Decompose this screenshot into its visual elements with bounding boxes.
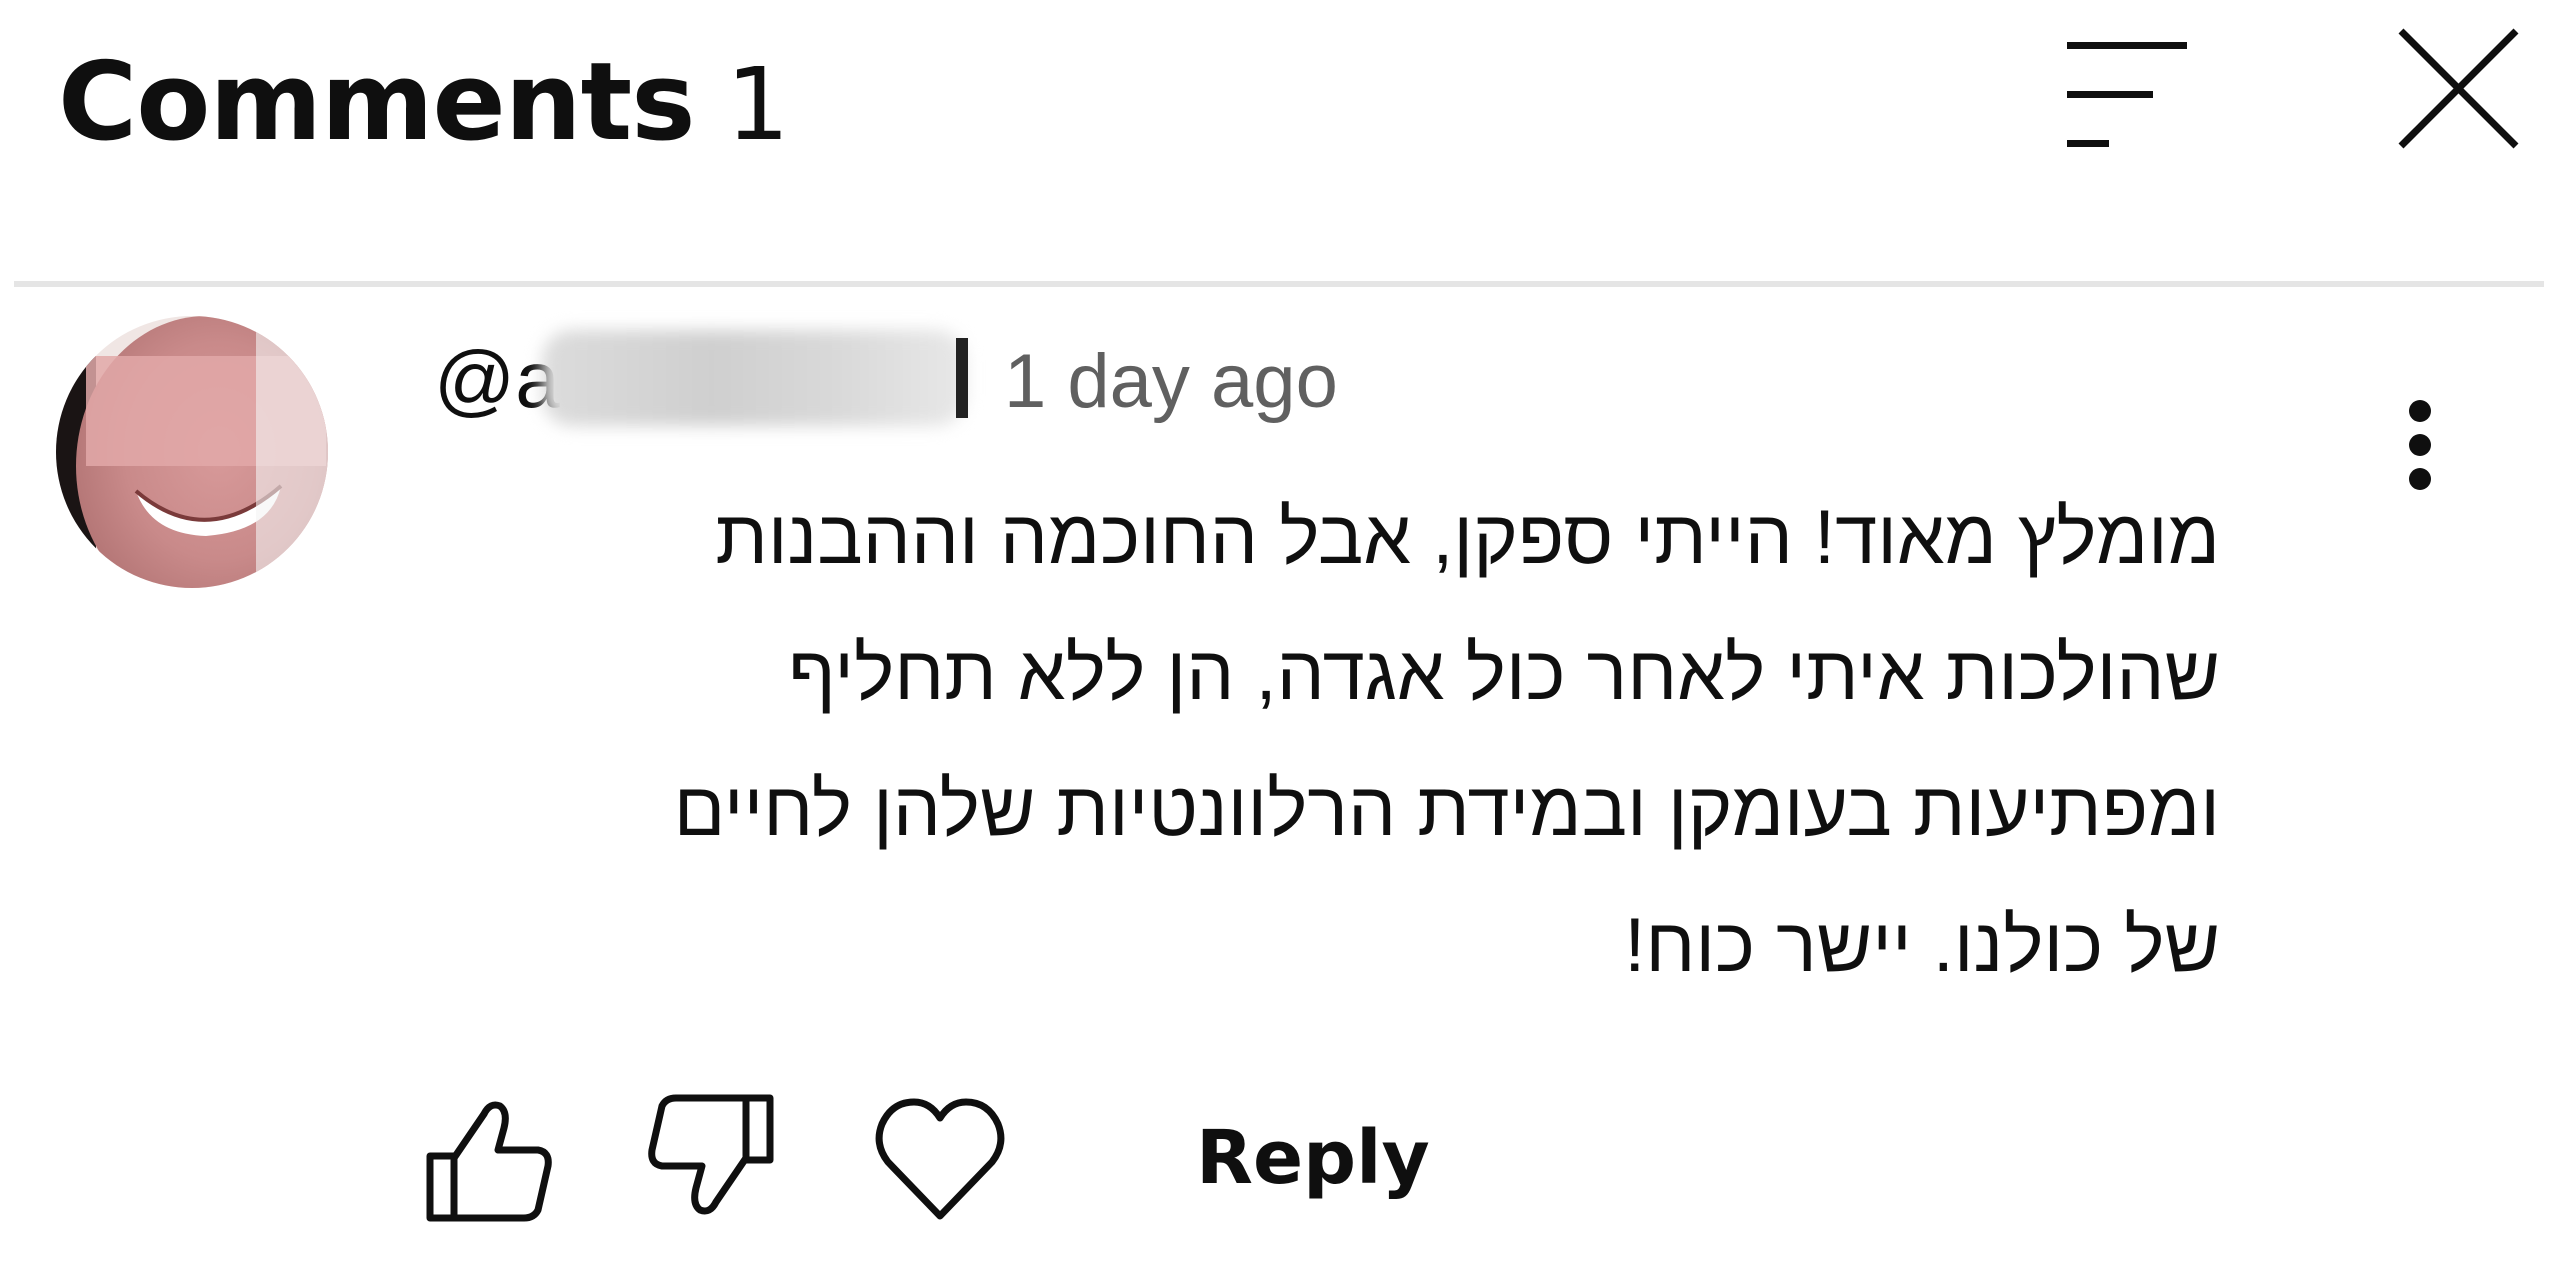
avatar[interactable] [56,316,328,588]
heart-icon [875,1098,1005,1220]
comments-count: 1 [726,46,790,163]
heart-button[interactable] [870,1088,1010,1228]
comment-body: מומלץ מאוד! הייתי ספקן, אבל החוכמה וההבנ… [420,470,2220,1014]
close-icon [2398,28,2519,149]
more-vertical-icon [2409,400,2431,490]
author-handle-redacted [542,330,966,426]
comment-line: של כולנו. יישר כוח! [1624,903,2220,988]
comment-line: מומלץ מאוד! הייתי ספקן, אבל החוכמה וההבנ… [715,495,2220,580]
reply-button[interactable]: Reply [1196,1108,1430,1208]
comment-line: ומפתיעות בעומקן ובמידת הרלוונטיות שלהן ל… [673,767,2220,852]
comment-timestamp[interactable]: 1 day ago [1004,332,1338,432]
sort-icon [2067,42,2187,147]
thumbs-down-icon [648,1094,774,1215]
sort-button[interactable] [2050,30,2200,180]
author-handle-redaction-edge [956,338,968,418]
close-button[interactable] [2380,20,2540,180]
dislike-button[interactable] [640,1088,780,1228]
comments-title: Comments [58,40,696,165]
comments-header: Comments 1 [0,0,2560,280]
like-button[interactable] [420,1088,560,1228]
author-handle[interactable]: @a [434,330,560,430]
header-divider [14,281,2544,287]
thumbs-up-icon [426,1101,552,1222]
comments-panel: Comments 1 @a 1 day ago מומלץ מאוד! היית… [0,0,2560,1280]
comment-more-button[interactable] [2380,380,2460,530]
avatar-image [56,316,328,588]
comment-line: שהולכות איתי לאחר כול אגדה, הן ללא תחליף [788,631,2220,716]
